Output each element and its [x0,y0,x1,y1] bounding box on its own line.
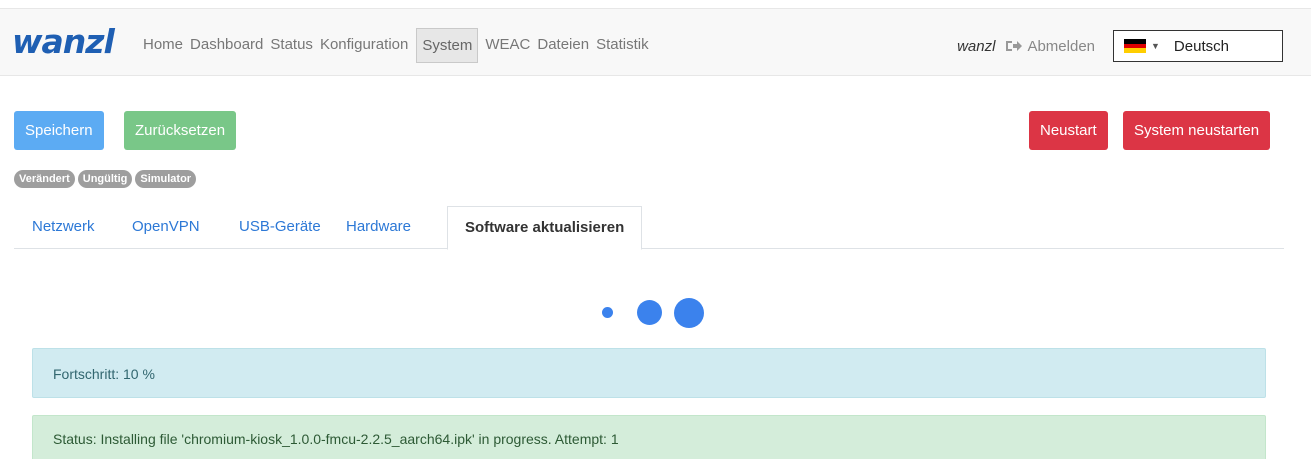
save-button[interactable]: Speichern [14,111,104,150]
main-nav: Home Dashboard Status Konfiguration Syst… [140,27,653,63]
nav-statistik[interactable]: Statistik [593,28,652,62]
user-area: wanzl Abmelden ▼ Deutsch [957,29,1283,63]
logout-label: Abmelden [1027,37,1095,55]
caret-down-icon: ▼ [1151,41,1160,51]
restart-button[interactable]: Neustart [1029,111,1108,150]
system-restart-button[interactable]: System neustarten [1123,111,1271,150]
nav-home[interactable]: Home [140,28,186,62]
status-badges: Verändert Ungültig Simulator [14,170,199,188]
logout-link[interactable]: Abmelden [1005,38,1095,55]
tab-netzwerk[interactable]: Netzwerk [32,206,95,249]
badge-invalid: Ungültig [77,170,133,188]
badge-simulator: Simulator [135,170,197,188]
loading-dot-small [602,307,613,318]
tab-hardware[interactable]: Hardware [346,206,411,249]
nav-system[interactable]: System [416,27,479,63]
nav-konfiguration[interactable]: Konfiguration [317,28,411,62]
reset-button[interactable]: Zurücksetzen [124,111,237,150]
language-select[interactable]: ▼ Deutsch [1113,30,1283,62]
tab-openvpn[interactable]: OpenVPN [132,206,200,249]
progress-alert: Fortschritt: 10 % [32,348,1266,398]
nav-weac[interactable]: WEAC [482,28,533,62]
tab-software-aktualisieren[interactable]: Software aktualisieren [447,206,643,250]
sign-out-icon [1006,41,1023,51]
loading-dot-medium [637,300,662,325]
tab-usb-geraete[interactable]: USB-Geräte [239,206,321,249]
loading-dot-large [674,298,704,328]
nav-status[interactable]: Status [267,28,316,62]
badge-changed: Verändert [14,170,75,188]
german-flag-icon [1124,39,1146,54]
nav-dateien[interactable]: Dateien [534,28,592,62]
status-alert: Status: Installing file 'chromium-kiosk_… [32,415,1266,459]
system-tabs: Netzwerk OpenVPN USB-Geräte Hardware Sof… [14,206,1284,250]
wanzl-logo[interactable]: wanzl [12,22,115,62]
username: wanzl [957,37,996,55]
top-navbar: wanzl Home Dashboard Status Konfiguratio… [0,8,1311,76]
language-label: Deutsch [1173,37,1229,55]
nav-dashboard[interactable]: Dashboard [187,28,266,62]
